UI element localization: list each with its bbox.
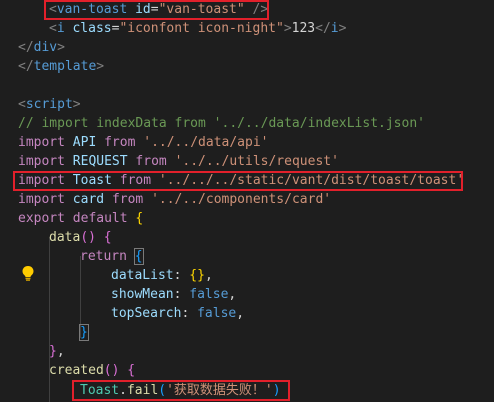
code-line-3: </div> bbox=[18, 38, 65, 57]
code-line-19: }, bbox=[49, 342, 65, 361]
method-open-brace: { bbox=[103, 230, 112, 245]
code-line-15: dataList: {}, bbox=[111, 266, 213, 285]
code-line-9: import REQUEST from '../../utils/request… bbox=[18, 152, 339, 171]
end-tag-close: > bbox=[57, 40, 65, 55]
import-path: '../../data/api' bbox=[143, 135, 269, 150]
attr-name: class bbox=[72, 21, 112, 36]
import-path: '../../utils/request' bbox=[174, 154, 339, 169]
return-keyword: return bbox=[80, 249, 127, 264]
default-keyword: default bbox=[72, 211, 128, 226]
object-open-brace: { bbox=[135, 211, 144, 226]
tag-close-bracket: > bbox=[72, 97, 81, 112]
comma: , bbox=[204, 268, 213, 283]
code-line-11: import card from '../../components/card' bbox=[18, 190, 331, 209]
code-line-4: </template> bbox=[18, 57, 104, 76]
property-name: dataList bbox=[111, 268, 174, 283]
import-path: '../../components/card' bbox=[151, 192, 332, 207]
end-tag-name: div bbox=[33, 40, 58, 55]
import-name: REQUEST bbox=[72, 154, 128, 169]
import-name: card bbox=[72, 192, 105, 207]
string-argument: '获取数据失败！' bbox=[166, 383, 273, 398]
comma: , bbox=[228, 287, 237, 302]
comma: , bbox=[56, 344, 65, 359]
call-close-paren: ) bbox=[272, 383, 281, 398]
from-keyword: from bbox=[135, 154, 167, 169]
tag-open-bracket: < bbox=[18, 97, 26, 112]
from-keyword: from bbox=[111, 192, 144, 207]
lightbulb-icon[interactable] bbox=[21, 265, 35, 281]
code-line-13: data() { bbox=[49, 228, 112, 247]
end-tag-open: </ bbox=[18, 59, 34, 74]
return-close-brace: } bbox=[79, 324, 89, 341]
end-tag-close: > bbox=[338, 21, 347, 36]
code-line-20: created() { bbox=[49, 361, 135, 380]
import-keyword: import bbox=[18, 173, 65, 188]
tag-text: 123 bbox=[291, 21, 316, 36]
comma: , bbox=[236, 306, 245, 321]
import-name: API bbox=[72, 135, 97, 150]
code-line-17: topSearch: false, bbox=[111, 304, 244, 323]
code-line-2: <i class="iconfont icon-night">123</i> bbox=[49, 19, 346, 38]
code-line-6: <script> bbox=[18, 95, 81, 114]
method-name: data bbox=[49, 230, 81, 245]
tag-name: i bbox=[56, 21, 65, 36]
tag-open-bracket: < bbox=[49, 21, 57, 36]
property-value: false bbox=[189, 287, 229, 302]
export-keyword: export bbox=[18, 211, 65, 226]
attr-value: "van-toast" bbox=[158, 2, 245, 17]
method-call: fail bbox=[126, 383, 159, 398]
from-keyword: from bbox=[104, 135, 136, 150]
import-keyword: import bbox=[18, 192, 65, 207]
tag-name: van-toast bbox=[56, 2, 128, 17]
indent-guide bbox=[49, 383, 50, 402]
import-keyword: import bbox=[18, 154, 65, 169]
colon: : bbox=[173, 268, 182, 283]
code-line-12: export default { bbox=[18, 209, 143, 228]
attr-name: id bbox=[135, 2, 151, 17]
code-line-21: Toast.fail('获取数据失败！') bbox=[80, 381, 281, 400]
code-line-16: showMean: false, bbox=[111, 285, 236, 304]
code-line-10: import Toast from '../../../static/vant/… bbox=[18, 171, 464, 190]
import-keyword: import bbox=[18, 135, 65, 150]
comment: // import indexData from '../../data/ind… bbox=[18, 116, 425, 131]
end-tag-close: > bbox=[96, 59, 105, 74]
code-line-7: // import indexData from '../../data/ind… bbox=[18, 114, 425, 133]
attr-value: "iconfont icon-night" bbox=[119, 21, 284, 36]
end-tag-open: </ bbox=[18, 40, 34, 55]
end-tag-name: template bbox=[33, 59, 97, 74]
object-name: Toast bbox=[80, 383, 120, 398]
end-tag-open: </ bbox=[315, 21, 331, 36]
import-path: '../../../static/vant/dist/toast/toast' bbox=[158, 173, 465, 188]
from-keyword: from bbox=[119, 173, 152, 188]
colon: : bbox=[181, 306, 190, 321]
tag-open-bracket: < bbox=[49, 2, 57, 17]
method-name: created bbox=[49, 363, 104, 378]
property-name: topSearch bbox=[111, 306, 182, 321]
import-name: Toast bbox=[72, 173, 112, 188]
property-name: showMean bbox=[111, 287, 174, 302]
tag-close-bracket: > bbox=[283, 21, 292, 36]
end-tag-name: i bbox=[330, 21, 339, 36]
property-value: {} bbox=[189, 268, 205, 283]
return-open-brace: { bbox=[133, 248, 144, 265]
code-editor[interactable]: <van-toast id="van-toast" /> <i class="i… bbox=[0, 0, 494, 402]
method-parens: () bbox=[103, 363, 120, 378]
tag-name: script bbox=[25, 97, 73, 112]
tag-self-close: /> bbox=[244, 2, 269, 17]
code-line-14: return { bbox=[80, 247, 144, 266]
code-line-8: import API from '../../data/api' bbox=[18, 133, 268, 152]
colon: : bbox=[173, 287, 182, 302]
call-open-paren: ( bbox=[158, 383, 167, 398]
method-parens: () bbox=[80, 230, 96, 245]
property-value: false bbox=[197, 306, 237, 321]
method-close-brace: } bbox=[49, 344, 57, 359]
code-line-1: <van-toast id="van-toast" /> bbox=[49, 0, 268, 19]
code-line-18: } bbox=[79, 323, 89, 342]
dot: . bbox=[119, 383, 127, 398]
method-open-brace: { bbox=[127, 363, 136, 378]
attr-eq: = bbox=[150, 2, 159, 17]
